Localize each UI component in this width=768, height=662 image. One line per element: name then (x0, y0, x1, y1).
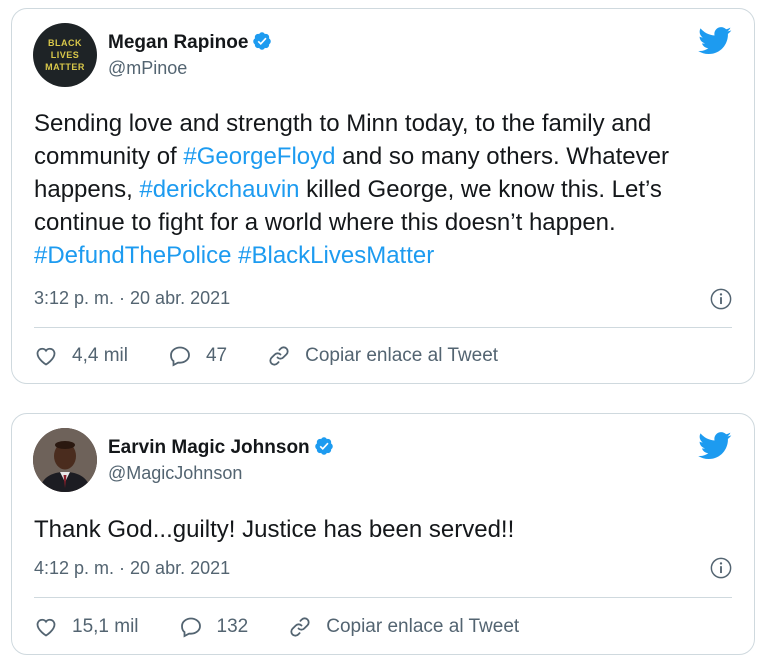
tweet-card-magic-johnson[interactable]: Earvin Magic Johnson @MagicJohnson Thank… (11, 413, 755, 655)
hashtag-link[interactable]: #BlackLivesMatter (238, 242, 434, 269)
hashtag-link[interactable]: #DefundThePolice (34, 242, 231, 269)
divider (34, 327, 732, 328)
verified-badge-icon (253, 32, 272, 50)
reply-button[interactable]: 132 (179, 615, 249, 639)
avatar[interactable] (33, 428, 97, 492)
twitter-bird-icon[interactable] (698, 27, 732, 55)
copy-link-button[interactable]: Copiar enlace al Tweet (288, 615, 519, 639)
reply-count: 47 (205, 345, 228, 366)
link-icon (290, 617, 310, 637)
author-handle[interactable]: @mPinoe (108, 58, 187, 79)
hashtag-link[interactable]: #derickchauvin (139, 176, 299, 203)
tweet-text: Thank God...guilty! Justice has been ser… (34, 516, 515, 543)
tweet-actions: 15,1 mil 132 Copiar enlace al Tweet (34, 612, 732, 642)
info-icon[interactable] (710, 557, 732, 579)
reply-bubble-icon (170, 346, 190, 367)
reply-count: 132 (216, 616, 249, 637)
tweet-text: Sending love and strength to Minn today,… (34, 110, 669, 269)
link-icon (269, 346, 289, 366)
copy-link-label: Copiar enlace al Tweet (305, 345, 499, 366)
info-icon[interactable] (710, 288, 732, 310)
heart-icon (36, 347, 56, 366)
heart-icon (36, 618, 56, 637)
twitter-bird-icon[interactable] (698, 432, 732, 460)
tweet-timestamp[interactable]: 3:12 p. m. · 20 abr. 2021 (34, 288, 230, 309)
like-button[interactable]: 4,4 mil (34, 344, 128, 368)
verified-badge-icon (314, 437, 333, 455)
reply-button[interactable]: 47 (168, 344, 227, 368)
copy-link-label: Copiar enlace al Tweet (326, 616, 520, 637)
hashtag-link[interactable]: #GeorgeFloyd (183, 143, 335, 170)
like-count: 15,1 mil (72, 616, 139, 637)
tweet-card-rapinoe[interactable]: BLACK LIVES MATTER Megan Rapinoe @mPinoe… (11, 8, 755, 384)
author-name[interactable]: Earvin Magic Johnson (108, 436, 334, 459)
avatar-photo (33, 428, 97, 492)
divider (34, 597, 732, 598)
like-button[interactable]: 15,1 mil (34, 615, 139, 639)
copy-link-button[interactable]: Copiar enlace al Tweet (267, 344, 498, 368)
author-name[interactable]: Megan Rapinoe (108, 31, 272, 54)
tweet-timestamp[interactable]: 4:12 p. m. · 20 abr. 2021 (34, 558, 230, 579)
avatar-blm-logo: BLACK LIVES MATTER (45, 38, 85, 72)
tweet-actions: 4,4 mil 47 Copiar enlace al Tweet (34, 341, 732, 371)
author-handle[interactable]: @MagicJohnson (108, 463, 242, 484)
like-count: 4,4 mil (72, 345, 128, 366)
reply-bubble-icon (180, 617, 201, 638)
avatar[interactable]: BLACK LIVES MATTER (33, 23, 97, 87)
